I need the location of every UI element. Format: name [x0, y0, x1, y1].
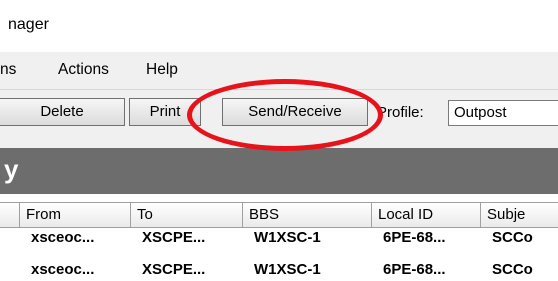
title-bar: nager: [0, 0, 558, 52]
menu-item-help[interactable]: Help: [146, 61, 178, 79]
profile-select[interactable]: Outpost: [448, 100, 558, 126]
menu-item-actions[interactable]: Actions: [58, 61, 109, 79]
toolbar-spacer: [0, 138, 558, 148]
table-header: From To BBS Local ID Subje: [0, 202, 558, 228]
toolbar: Delete Print Send/Receive Profile: Outpo…: [0, 89, 558, 139]
menu-item-options[interactable]: ns: [0, 61, 16, 79]
cell-subject: SCCo: [492, 229, 533, 246]
print-button[interactable]: Print: [129, 98, 201, 126]
folder-header-bar: y: [0, 148, 558, 194]
cell-to: XSCPE...: [142, 261, 206, 278]
send-receive-button[interactable]: Send/Receive: [222, 98, 368, 126]
table-row[interactable]: xsceoc... XSCPE... W1XSC-1 6PE-68... SCC…: [0, 227, 558, 249]
cell-bbs: W1XSC-1: [254, 261, 321, 278]
cell-to: XSCPE...: [142, 229, 206, 246]
column-header-bbs[interactable]: BBS: [242, 203, 371, 227]
window-title: nager: [8, 16, 49, 33]
column-header-to[interactable]: To: [130, 203, 242, 227]
cell-from: xsceoc...: [31, 229, 95, 246]
spacer: [0, 194, 558, 202]
profile-label: Profile:: [377, 104, 424, 121]
column-header-subject[interactable]: Subje: [480, 203, 558, 227]
cell-local-id: 6PE-68...: [383, 261, 446, 278]
cell-bbs: W1XSC-1: [254, 229, 321, 246]
folder-caption: y: [4, 154, 19, 184]
column-header-local-id[interactable]: Local ID: [371, 203, 480, 227]
table-row[interactable]: xsceoc... XSCPE... W1XSC-1 6PE-68... SCC…: [0, 259, 558, 281]
menu-bar: ns Actions Help: [0, 52, 558, 89]
cell-local-id: 6PE-68...: [383, 229, 446, 246]
cell-subject: SCCo: [492, 261, 533, 278]
delete-button[interactable]: Delete: [0, 98, 125, 126]
cell-from: xsceoc...: [31, 261, 95, 278]
column-header-from[interactable]: From: [19, 203, 130, 227]
